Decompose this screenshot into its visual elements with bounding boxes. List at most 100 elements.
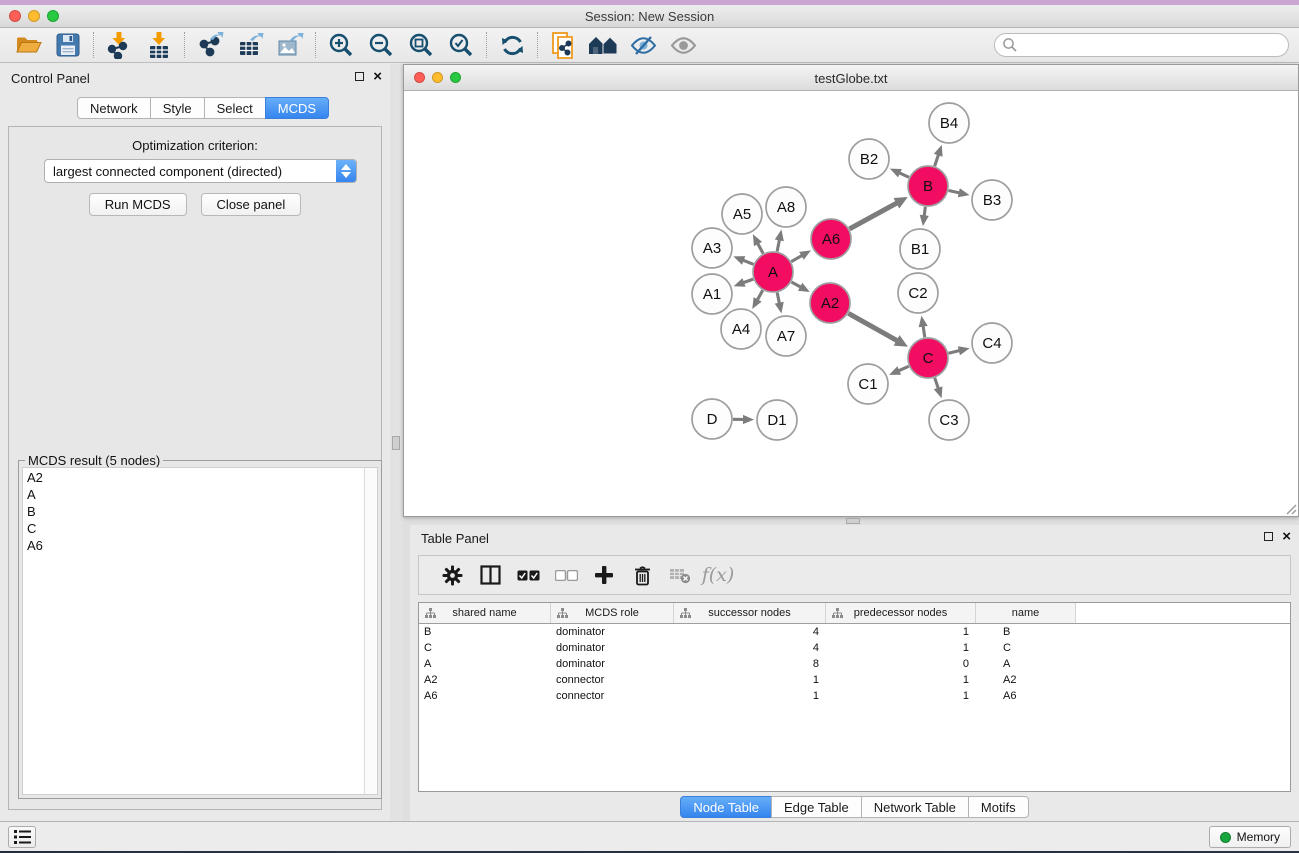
network-graph[interactable]: B4B2BB3A8A5A6A3B1AA1C2A2A4A7C4CC1C3DD1 — [404, 91, 1298, 516]
delete-columns-button[interactable] — [623, 559, 661, 591]
graph-edge-A-A4[interactable] — [752, 290, 762, 309]
result-list-item[interactable]: C — [23, 520, 364, 537]
table-cell[interactable]: connector — [551, 672, 674, 688]
graph-edge-A-A5[interactable] — [753, 234, 763, 253]
graph-node-A7[interactable]: A7 — [766, 316, 806, 356]
table-cell[interactable]: 8 — [674, 656, 826, 672]
export-network-button[interactable] — [190, 30, 230, 61]
graph-edge-C-C3[interactable] — [934, 378, 943, 398]
delete-table-button[interactable] — [661, 559, 699, 591]
first-neighbors-button[interactable] — [583, 30, 623, 61]
table-row[interactable]: A2connector11A2 — [419, 672, 1290, 688]
table-cell[interactable]: C — [976, 640, 1076, 656]
save-session-button[interactable] — [48, 30, 88, 61]
close-panel-icon[interactable]: × — [1282, 532, 1291, 541]
graph-node-A1[interactable]: A1 — [692, 274, 732, 314]
graph-node-A3[interactable]: A3 — [692, 228, 732, 268]
result-list-item[interactable]: A — [23, 486, 364, 503]
table-cell[interactable]: A2 — [419, 672, 551, 688]
table-cell[interactable]: dominator — [551, 640, 674, 656]
graph-edge-A-A6[interactable] — [791, 250, 811, 261]
graph-edge-C-C4[interactable] — [948, 346, 969, 355]
column-header-predecessor-nodes[interactable]: predecessor nodes — [826, 603, 976, 623]
graph-node-B3[interactable]: B3 — [972, 180, 1012, 220]
close-panel-icon[interactable]: × — [373, 72, 382, 81]
column-header-name[interactable]: name — [976, 603, 1076, 623]
network-canvas[interactable]: B4B2BB3A8A5A6A3B1AA1C2A2A4A7C4CC1C3DD1 — [404, 91, 1298, 516]
combobox-stepper-icon[interactable] — [336, 160, 356, 182]
network-window-titlebar[interactable]: testGlobe.txt — [404, 65, 1298, 91]
graph-edge-B-B3[interactable] — [949, 188, 970, 197]
export-table-button[interactable] — [230, 30, 270, 61]
column-manager-button[interactable] — [471, 559, 509, 591]
column-header-shared-name[interactable]: shared name — [419, 603, 551, 623]
graph-edge-A-A1[interactable] — [734, 278, 754, 287]
zoom-selected-button[interactable] — [441, 30, 481, 61]
tab-mcds[interactable]: MCDS — [265, 97, 329, 119]
graph-node-C2[interactable]: C2 — [898, 273, 938, 313]
graph-node-A[interactable]: A — [753, 252, 793, 292]
zoom-in-button[interactable] — [321, 30, 361, 61]
tab-edge-table[interactable]: Edge Table — [771, 796, 862, 818]
result-list-item[interactable]: A2 — [23, 469, 364, 486]
close-panel-button[interactable]: Close panel — [201, 193, 302, 216]
table-settings-button[interactable] — [433, 559, 471, 591]
graph-edge-D-D1[interactable] — [733, 415, 754, 424]
graph-node-A2[interactable]: A2 — [810, 283, 850, 323]
graph-edge-B-B2[interactable] — [890, 169, 909, 178]
graph-node-A5[interactable]: A5 — [722, 194, 762, 234]
graph-node-C4[interactable]: C4 — [972, 323, 1012, 363]
table-row[interactable]: Adominator80A — [419, 656, 1290, 672]
table-cell[interactable]: A — [419, 656, 551, 672]
split-divider-handle[interactable] — [392, 436, 400, 450]
function-builder-button[interactable]: f(x) — [699, 559, 737, 591]
graph-edge-C-C1[interactable] — [889, 366, 909, 375]
table-cell[interactable]: A — [976, 656, 1076, 672]
graph-node-C1[interactable]: C1 — [848, 364, 888, 404]
table-cell[interactable]: B — [419, 624, 551, 640]
zoom-out-button[interactable] — [361, 30, 401, 61]
table-cell[interactable]: 4 — [674, 640, 826, 656]
graph-node-B[interactable]: B — [908, 166, 948, 206]
column-header-MCDS-role[interactable]: MCDS role — [551, 603, 674, 623]
graph-node-B2[interactable]: B2 — [849, 139, 889, 179]
float-panel-icon[interactable] — [355, 72, 364, 81]
table-cell[interactable]: A6 — [976, 688, 1076, 704]
refresh-view-button[interactable] — [492, 30, 532, 61]
hide-selected-button[interactable] — [623, 30, 663, 61]
window-titlebar[interactable]: Session: New Session — [0, 5, 1299, 28]
table-cell[interactable]: 1 — [826, 640, 976, 656]
float-panel-icon[interactable] — [1264, 532, 1273, 541]
table-cell[interactable]: A6 — [419, 688, 551, 704]
network-view-window[interactable]: testGlobe.txt B4B2BB3A8A5A6A3B1AA1C2A2A4… — [403, 64, 1299, 517]
zoom-fit-button[interactable] — [401, 30, 441, 61]
result-list-item[interactable]: B — [23, 503, 364, 520]
graph-node-D[interactable]: D — [692, 399, 732, 439]
graph-edge-B-B4[interactable] — [934, 145, 943, 166]
graph-edge-B-B1[interactable] — [920, 207, 929, 226]
run-mcds-button[interactable]: Run MCDS — [89, 193, 187, 216]
open-session-button[interactable] — [8, 30, 48, 61]
table-cell[interactable]: 4 — [674, 624, 826, 640]
memory-button[interactable]: Memory — [1209, 826, 1291, 848]
tab-select[interactable]: Select — [204, 97, 266, 119]
table-row[interactable]: Bdominator41B — [419, 624, 1290, 640]
graph-node-A4[interactable]: A4 — [721, 309, 761, 349]
table-row[interactable]: A6connector11A6 — [419, 688, 1290, 704]
graph-edge-A-A8[interactable] — [775, 230, 784, 252]
table-cell[interactable]: dominator — [551, 656, 674, 672]
table-cell[interactable]: 1 — [826, 624, 976, 640]
vertical-split-divider[interactable] — [390, 64, 403, 821]
horizontal-split-divider[interactable] — [403, 517, 1299, 525]
graph-node-A6[interactable]: A6 — [811, 219, 851, 259]
tab-network-table[interactable]: Network Table — [861, 796, 969, 818]
table-row[interactable]: Cdominator41C — [419, 640, 1290, 656]
import-table-button[interactable] — [139, 30, 179, 61]
table-cell[interactable]: 0 — [826, 656, 976, 672]
graph-node-D1[interactable]: D1 — [757, 400, 797, 440]
graph-node-A8[interactable]: A8 — [766, 187, 806, 227]
graph-edge-A-A2[interactable] — [791, 282, 809, 292]
criterion-combobox[interactable]: largest connected component (directed) — [44, 159, 357, 183]
select-all-columns-button[interactable] — [509, 559, 547, 591]
window-resize-grip[interactable] — [1284, 502, 1297, 515]
